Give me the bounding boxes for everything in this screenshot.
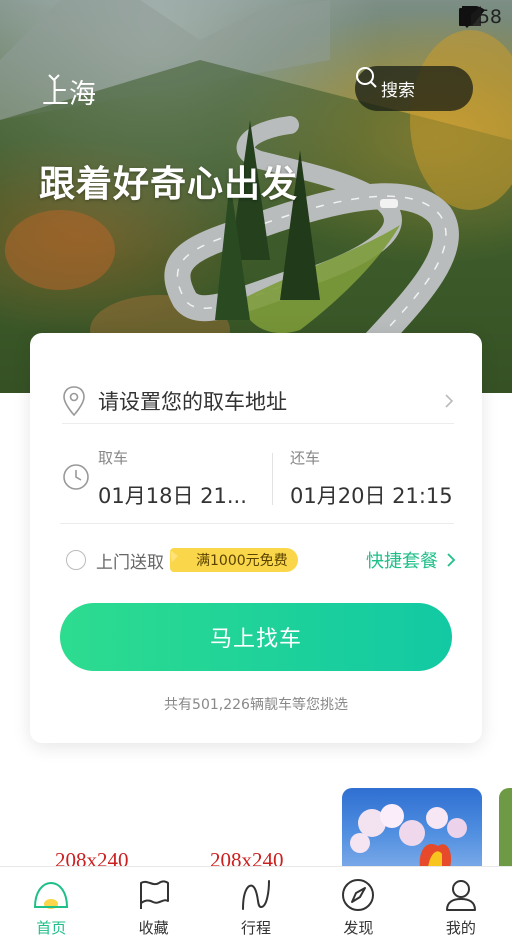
promo-thumbnail-partial[interactable] (499, 788, 512, 868)
tab-discover-label: 发现 (343, 919, 374, 937)
chevron-right-icon (445, 394, 454, 408)
pickup-address-placeholder: 请设置您的取车地址 (98, 390, 287, 414)
quick-package-label: 快捷套餐 (366, 551, 438, 572)
tab-discover[interactable]: 发现 (307, 867, 409, 942)
route-icon (242, 880, 271, 910)
badge-flare-icon (170, 548, 192, 572)
bottom-tab-bar: 首页 收藏 行程 发现 我的 (0, 866, 512, 942)
pickup-time-label: 取车 (98, 449, 129, 467)
flag-icon (139, 880, 169, 909)
tab-trips[interactable]: 行程 (205, 867, 307, 942)
service-options-row: 上门送取 满1000元免费 快捷套餐 (66, 545, 456, 575)
quick-package-link[interactable]: 快捷套餐 (366, 547, 456, 573)
pickup-address-field[interactable]: 请设置您的取车地址 (62, 379, 454, 424)
tab-home[interactable]: 首页 (0, 867, 102, 942)
pickup-time[interactable]: 取车 01月18日 21... (98, 447, 258, 510)
time-divider (272, 453, 273, 505)
clock-icon (63, 464, 89, 490)
booking-card: 请设置您的取车地址 取车 01月18日 21... 还车 01月20日 21:1… (30, 333, 482, 743)
promo-badge: 满1000元免费 (170, 548, 298, 572)
car-count-text: 共有501,226辆靓车等您挑选 (164, 697, 348, 713)
promo-badge-text: 满1000元免费 (196, 553, 288, 569)
search-icon (356, 67, 377, 88)
hero-slogan: 跟着好奇心出发 (39, 164, 299, 205)
tab-favorites-label: 收藏 (138, 919, 169, 937)
door-delivery-checkbox[interactable] (66, 550, 86, 570)
tab-home-label: 首页 (36, 919, 67, 937)
return-time-value: 01月20日 21:15 (290, 484, 453, 508)
tab-favorites[interactable]: 收藏 (102, 867, 204, 942)
return-time-label: 还车 (290, 449, 321, 467)
door-delivery-label: 上门送取 (96, 552, 164, 573)
rental-time-row: 取车 01月18日 21... 还车 01月20日 21:15 (60, 425, 454, 524)
status-bar: 4:58 (459, 6, 502, 28)
compass-icon (342, 879, 375, 911)
city-selector[interactable]: 上海 (42, 72, 96, 111)
battery-icon (459, 6, 472, 26)
find-car-button[interactable]: 马上找车 (60, 603, 452, 671)
search-label: 搜索 (381, 81, 415, 101)
home-icon (34, 881, 69, 909)
pickup-time-value: 01月18日 21... (98, 484, 247, 508)
tab-trips-label: 行程 (241, 919, 272, 937)
location-pin-icon (63, 386, 85, 416)
flower-photo (350, 804, 467, 868)
chevron-right-icon (447, 553, 456, 567)
chevron-down-icon (48, 74, 60, 82)
return-time[interactable]: 还车 01月20日 21:15 (290, 447, 453, 510)
user-icon (445, 880, 476, 911)
promo-thumbnail[interactable] (342, 788, 482, 868)
search-button[interactable]: 搜索 (355, 66, 473, 111)
tab-profile-label: 我的 (445, 919, 476, 937)
tab-profile[interactable]: 我的 (410, 867, 512, 942)
